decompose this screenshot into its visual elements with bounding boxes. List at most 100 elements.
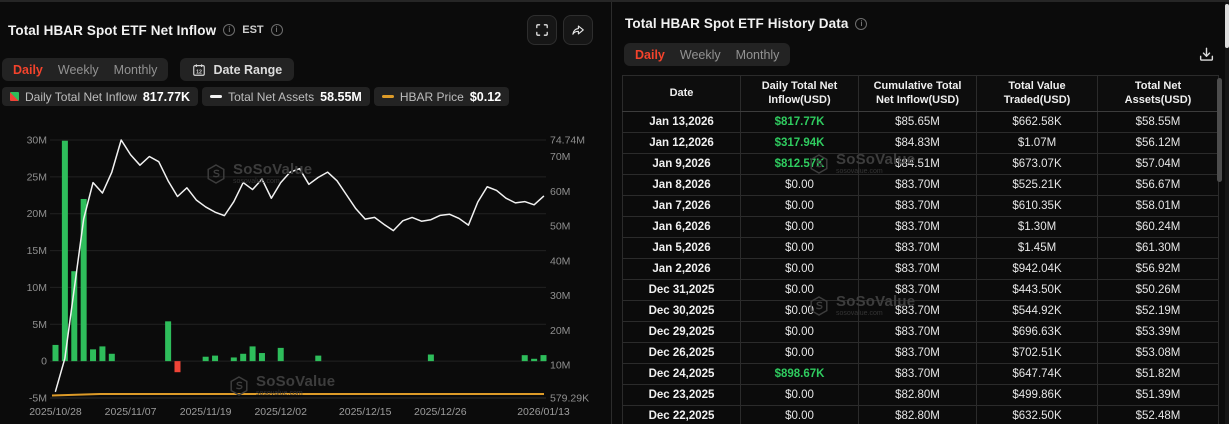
info-icon[interactable] — [271, 24, 283, 36]
page-scrollbar-thumb[interactable] — [1225, 4, 1229, 48]
right-axis-label: 40M — [550, 255, 570, 267]
tab-daily[interactable]: Daily — [635, 48, 665, 62]
table-cell: $83.70M — [859, 259, 977, 280]
legend-label: Daily Total Net Inflow — [25, 90, 137, 104]
table-cell: $0.00 — [741, 280, 859, 301]
history-table-body: Jan 13,2026$817.77K$85.65M$662.58K$58.55… — [623, 112, 1219, 424]
table-cell: $673.07K — [977, 154, 1098, 175]
history-data-panel: Total HBAR Spot ETF History Data Daily W… — [612, 2, 1229, 424]
legend-value: 817.77K — [143, 90, 190, 104]
left-axis-label: 20M — [27, 208, 47, 220]
table-cell: $942.04K — [977, 259, 1098, 280]
date-range-label: Date Range — [213, 63, 282, 77]
chart-title: Total HBAR Spot ETF Net Inflow — [8, 23, 216, 38]
table-cell: $85.65M — [859, 112, 977, 133]
table-cell: Jan 6,2026 — [623, 217, 741, 238]
chart-actions — [527, 15, 593, 45]
inflow-bar — [165, 321, 171, 361]
legend-item-hbar-price[interactable]: HBAR Price $0.12 — [374, 87, 509, 106]
inflow-bar — [541, 355, 547, 361]
period-tabs: Daily Weekly Monthly — [2, 58, 168, 81]
tab-weekly[interactable]: Weekly — [680, 48, 721, 62]
svg-text:12: 12 — [197, 69, 203, 75]
table-cell: $51.82M — [1098, 364, 1219, 385]
table-cell: $61.30M — [1098, 238, 1219, 259]
date-range-button[interactable]: 12 Date Range — [180, 58, 294, 81]
table-row: Dec 30,2025$0.00$83.70M$544.92K$52.19M — [623, 301, 1219, 322]
info-icon[interactable] — [223, 24, 235, 36]
table-cell: $0.00 — [741, 322, 859, 343]
table-cell: $0.00 — [741, 343, 859, 364]
table-cell: $0.00 — [741, 406, 859, 424]
table-cell: $51.39M — [1098, 385, 1219, 406]
outflow-bar — [175, 361, 181, 372]
table-cell: Dec 31,2025 — [623, 280, 741, 301]
table-cell: $58.55M — [1098, 112, 1219, 133]
right-axis-label: 50M — [550, 221, 570, 233]
table-cell: $632.50K — [977, 406, 1098, 424]
inflow-bar — [62, 141, 68, 361]
table-cell: Jan 5,2026 — [623, 238, 741, 259]
table-cell: $544.92K — [977, 301, 1098, 322]
table-cell: Jan 7,2026 — [623, 196, 741, 217]
sosovalue-hbar-etf-dashboard: Total HBAR Spot ETF Net Inflow EST — [0, 0, 1229, 424]
table-cell: $83.70M — [859, 343, 977, 364]
table-cell: Jan 12,2026 — [623, 133, 741, 154]
x-axis-label: 2025/12/15 — [339, 406, 392, 418]
info-icon[interactable] — [855, 18, 867, 30]
table-cell: $0.00 — [741, 238, 859, 259]
page-scrollbar[interactable] — [1225, 2, 1229, 424]
right-axis-label: 30M — [550, 290, 570, 302]
chart-header: Total HBAR Spot ETF Net Inflow EST — [8, 15, 593, 45]
right-axis-label: 579.29K — [550, 393, 589, 405]
inflow-bar — [278, 348, 284, 361]
price-line-icon — [382, 95, 394, 98]
table-cell: $50.26M — [1098, 280, 1219, 301]
history-table-container: DateDaily Total Net Inflow(USD)Cumulativ… — [622, 75, 1218, 424]
tab-weekly[interactable]: Weekly — [58, 63, 99, 77]
table-scrollbar-thumb[interactable] — [1217, 78, 1222, 182]
table-cell: $83.70M — [859, 301, 977, 322]
table-column-header: Total Value Traded(USD) — [977, 76, 1098, 112]
x-axis-label: 2025/11/07 — [105, 406, 157, 418]
table-row: Jan 9,2026$812.57K$84.51M$673.07K$57.04M — [623, 154, 1219, 175]
table-row: Jan 6,2026$0.00$83.70M$1.30M$60.24M — [623, 217, 1219, 238]
table-row: Dec 23,2025$0.00$82.80M$499.86K$51.39M — [623, 385, 1219, 406]
x-axis-label: 2025/12/02 — [254, 406, 307, 418]
tab-monthly[interactable]: Monthly — [114, 63, 158, 77]
table-row: Dec 24,2025$898.67K$83.70M$647.74K$51.82… — [623, 364, 1219, 385]
chart-controls: Daily Weekly Monthly 12 Date Range — [2, 58, 294, 81]
share-button[interactable] — [563, 15, 593, 45]
table-row: Dec 29,2025$0.00$83.70M$696.63K$53.39M — [623, 322, 1219, 343]
tab-monthly[interactable]: Monthly — [736, 48, 780, 62]
table-cell: $0.00 — [741, 196, 859, 217]
table-cell: $82.80M — [859, 406, 977, 424]
table-cell: Jan 9,2026 — [623, 154, 741, 175]
left-axis-label: 10M — [27, 282, 47, 294]
fullscreen-button[interactable] — [527, 15, 557, 45]
legend-value: 58.55M — [320, 90, 362, 104]
table-cell: $662.58K — [977, 112, 1098, 133]
table-cell: $1.07M — [977, 133, 1098, 154]
table-column-header: Daily Total Net Inflow(USD) — [741, 76, 859, 112]
table-cell: $84.51M — [859, 154, 977, 175]
table-cell: $525.21K — [977, 175, 1098, 196]
legend-item-net-assets[interactable]: Total Net Assets 58.55M — [202, 87, 370, 106]
table-cell: Dec 29,2025 — [623, 322, 741, 343]
download-button[interactable] — [1198, 46, 1215, 63]
legend-item-daily-inflow[interactable]: Daily Total Net Inflow 817.77K — [2, 87, 198, 106]
table-row: Jan 2,2026$0.00$83.70M$942.04K$56.92M — [623, 259, 1219, 280]
inflow-bar — [259, 353, 265, 361]
x-axis-label: 2025/10/28 — [29, 406, 82, 418]
table-row: Jan 5,2026$0.00$83.70M$1.45M$61.30M — [623, 238, 1219, 259]
table-cell: $0.00 — [741, 301, 859, 322]
table-cell: Jan 13,2026 — [623, 112, 741, 133]
fullscreen-icon — [534, 22, 550, 38]
table-cell: $898.67K — [741, 364, 859, 385]
inflow-bar — [231, 357, 237, 361]
table-cell: $53.08M — [1098, 343, 1219, 364]
table-cell: $52.19M — [1098, 301, 1219, 322]
table-cell: $58.01M — [1098, 196, 1219, 217]
history-table: DateDaily Total Net Inflow(USD)Cumulativ… — [622, 75, 1219, 424]
tab-daily[interactable]: Daily — [13, 63, 43, 77]
